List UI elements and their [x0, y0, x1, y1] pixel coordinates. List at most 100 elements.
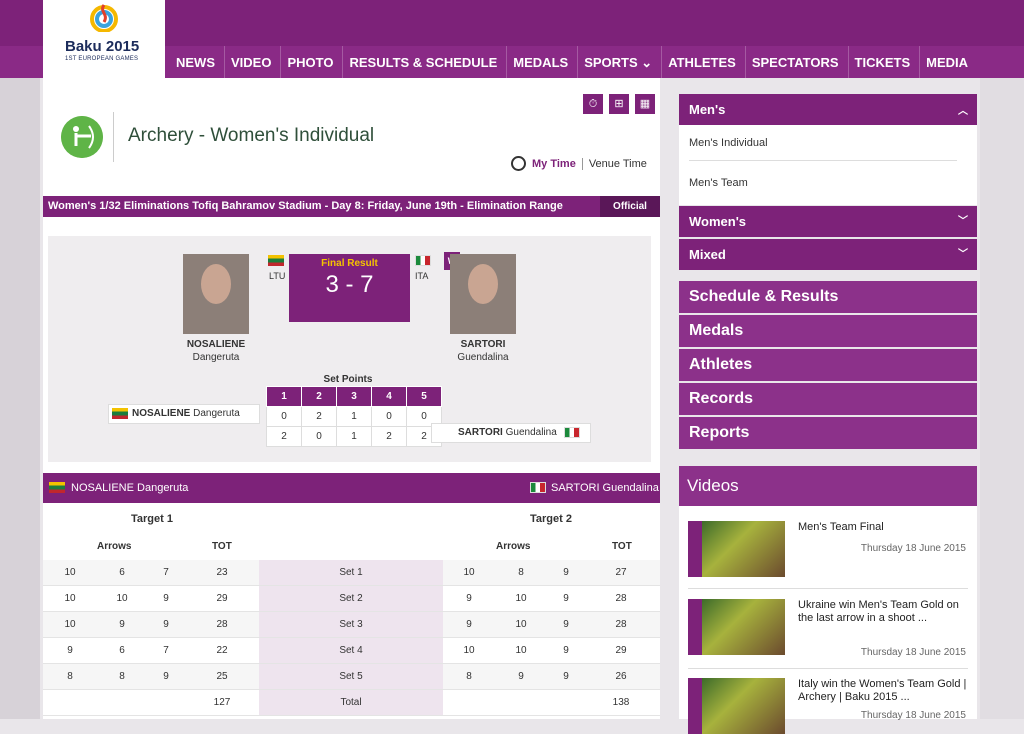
divider	[688, 668, 968, 669]
time-separator	[581, 157, 583, 170]
accordion-mens-label: Men's	[689, 102, 726, 117]
grand-total: 138	[612, 697, 630, 708]
stopwatch-icon[interactable]: ⏱	[583, 94, 603, 114]
nav-video[interactable]: VIDEO	[225, 46, 282, 78]
set-header-row: 1 2 3 4 5	[266, 386, 442, 407]
venue-time-link[interactable]: Venue Time	[589, 158, 647, 170]
videos-title: Videos	[679, 466, 977, 506]
logo-subtitle: 1ST EUROPEAN GAMES	[65, 56, 139, 62]
mens-events-list: Men's Individual Men's Team	[679, 125, 977, 205]
menu-schedule-results[interactable]: Schedule & Results	[679, 281, 977, 313]
video-date: Thursday 18 June 2015	[860, 710, 966, 721]
nav-athletes[interactable]: ATHLETES	[662, 46, 746, 78]
arrow-score: 10	[463, 645, 475, 656]
bracket-icon[interactable]: ⊞	[609, 94, 629, 114]
nav-sports[interactable]: SPORTS ⌄	[578, 46, 663, 78]
set-total: 25	[216, 671, 228, 682]
event-link-mens-individual[interactable]: Men's Individual	[689, 137, 967, 149]
set-header: 5	[406, 386, 442, 407]
arrow-score: 9	[518, 671, 524, 682]
ltu-flag-icon	[268, 255, 284, 266]
video-date: Thursday 18 June 2015	[860, 647, 966, 658]
calendar-icon[interactable]: ▦	[635, 94, 655, 114]
set-total: 27	[615, 567, 627, 578]
event-description: Women's 1/32 Eliminations Tofiq Bahramov…	[48, 200, 563, 212]
set-label: Set 1	[339, 567, 363, 578]
clock-icon	[511, 156, 526, 171]
nav-tickets[interactable]: TICKETS	[849, 46, 921, 78]
ita-flag-icon	[563, 426, 580, 438]
total-row: 127 Total 138	[43, 690, 660, 716]
my-time-link[interactable]: My Time	[532, 158, 576, 170]
set-row2-label: SARTORI Guendalina	[431, 423, 591, 443]
video-thumbnail[interactable]	[688, 599, 785, 655]
set-row2-surname-wrap: SARTORI Guendalina	[458, 427, 557, 438]
set-header: 4	[371, 386, 407, 407]
menu-records[interactable]: Records	[679, 383, 977, 415]
arrow-score: 8	[466, 671, 472, 682]
chevron-down-icon: ⌄	[641, 55, 653, 70]
arrows-header: Arrows	[496, 541, 531, 552]
video-title[interactable]: Italy win the Women's Team Gold | Archer…	[798, 678, 968, 704]
accordion-mens[interactable]: Men's ︿	[679, 94, 977, 125]
video-brand-strip	[688, 678, 702, 734]
arrow-score: 8	[67, 671, 73, 682]
accordion-womens[interactable]: Women's ﹀	[679, 206, 977, 237]
set-row1-surname: NOSALIENE	[132, 408, 191, 419]
nav-news[interactable]: NEWS	[170, 46, 225, 78]
title-divider	[113, 112, 114, 162]
arrow-score: 9	[563, 645, 569, 656]
nav-spectators[interactable]: SPECTATORS	[746, 46, 849, 78]
logo-title: Baku 2015	[65, 38, 140, 55]
time-toggle: My Time Venue Time	[511, 156, 647, 171]
video-title[interactable]: Ukraine win Men's Team Gold on the last …	[798, 599, 968, 625]
set-header: 3	[336, 386, 372, 407]
accordion-mixed-label: Mixed	[689, 247, 726, 262]
athlete2-photo	[450, 254, 516, 334]
nav-results-schedule[interactable]: RESULTS & SCHEDULE	[343, 46, 508, 78]
final-result-label: Final Result	[321, 258, 378, 269]
logo[interactable]: Baku 2015 1ST EUROPEAN GAMES	[43, 0, 165, 78]
background-decoration-left	[0, 78, 40, 719]
set-total: 26	[615, 671, 627, 682]
score-detail-header: NOSALIENE Dangeruta SARTORI Guendalina	[43, 473, 660, 503]
video-title[interactable]: Men's Team Final	[798, 521, 968, 534]
set-point: 2	[266, 426, 302, 447]
arrow-score: 10	[116, 593, 128, 604]
set-points-table: 1 2 3 4 5 0 2 1 0 0 2 0 1 2 2	[266, 386, 442, 447]
arrow-score: 10	[463, 567, 475, 578]
athlete1-noc: LTU	[269, 271, 286, 281]
athlete2-noc: ITA	[415, 271, 429, 281]
set-point: 1	[336, 426, 372, 447]
accordion-mixed[interactable]: Mixed ﹀	[679, 239, 977, 270]
nav-media[interactable]: MEDIA	[920, 46, 977, 78]
menu-reports[interactable]: Reports	[679, 417, 977, 449]
arrow-score: 7	[163, 645, 169, 656]
video-thumbnail[interactable]	[688, 521, 785, 577]
menu-athletes[interactable]: Athletes	[679, 349, 977, 381]
nav-photo[interactable]: PHOTO	[281, 46, 344, 78]
arrow-score: 9	[466, 593, 472, 604]
page-title: Archery - Women's Individual	[128, 125, 375, 146]
chevron-down-icon: ﹀	[958, 216, 968, 227]
set-points-title: Set Points	[323, 374, 373, 385]
background-decoration-right	[980, 78, 1024, 719]
arrow-score: 9	[163, 593, 169, 604]
video-thumbnail[interactable]	[688, 678, 785, 734]
accordion-womens-label: Women's	[689, 214, 747, 229]
total-label: Total	[340, 697, 362, 708]
score-row: 10 10 9 29 Set 2 9 10 9 28	[43, 586, 660, 612]
arrow-score: 8	[518, 567, 524, 578]
arrow-score: 10	[515, 619, 527, 630]
arrow-score: 10	[64, 567, 76, 578]
nav-medals[interactable]: MEDALS	[507, 46, 579, 78]
set-total: 28	[615, 619, 627, 630]
athlete1-photo	[183, 254, 249, 334]
menu-medals[interactable]: Medals	[679, 315, 977, 347]
video-image	[702, 521, 785, 577]
arrow-score: 6	[119, 567, 125, 578]
arrow-score: 9	[67, 645, 73, 656]
site-header: Baku 2015 1ST EUROPEAN GAMES NEWS VIDEO …	[0, 0, 1024, 78]
arrow-score: 10	[64, 593, 76, 604]
event-link-mens-team[interactable]: Men's Team	[689, 177, 967, 189]
